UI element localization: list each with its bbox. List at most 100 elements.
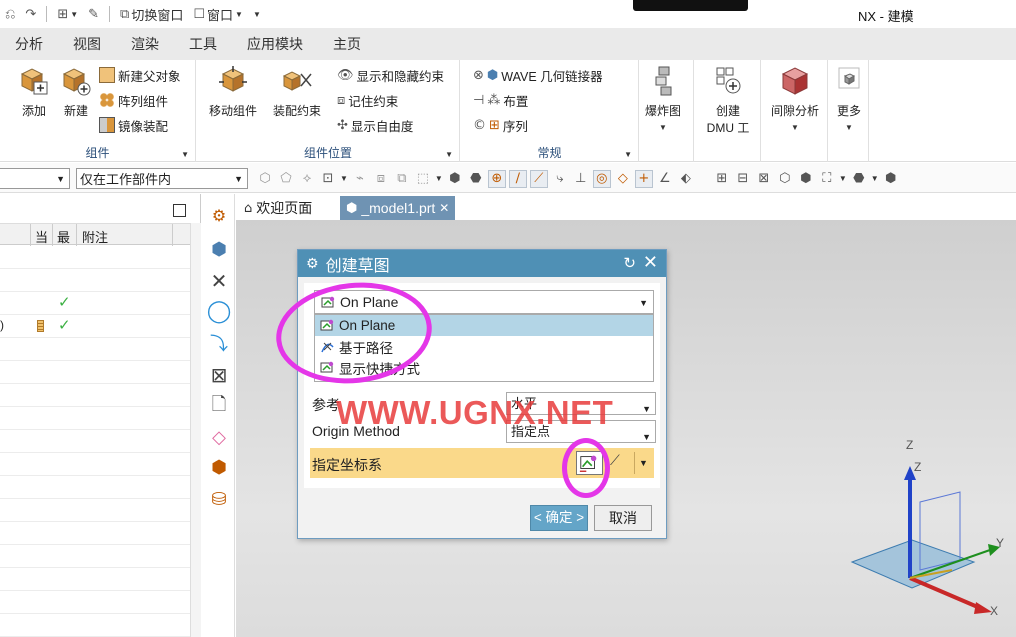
reset-icon[interactable]: ↻ xyxy=(623,254,636,272)
select-feature-icon[interactable]: ⬡ xyxy=(256,170,274,188)
part-navigator-icon[interactable]: ⚙ xyxy=(208,204,230,226)
select-edge-icon[interactable]: ⟡ xyxy=(298,170,316,188)
maximize-panel-button[interactable] xyxy=(173,204,186,217)
tab-view[interactable]: 视图 xyxy=(58,28,116,60)
dialog-title-bar[interactable]: ⚙ 创建草图 xyxy=(298,250,666,277)
table-row[interactable] xyxy=(0,522,190,545)
column-header-notes[interactable]: 附注 xyxy=(82,227,108,246)
touch-mode-icon[interactable]: ✎ xyxy=(85,4,102,24)
tab-model-part[interactable]: ⬢ _model1.prt ✕ xyxy=(340,196,456,220)
tab-analysis[interactable]: 分析 xyxy=(0,28,58,60)
table-row[interactable] xyxy=(0,269,190,292)
select-group-icon[interactable]: ⬚ xyxy=(414,170,432,188)
ok-button[interactable]: < 确定 > xyxy=(530,505,588,531)
add-component-button[interactable]: 添加 xyxy=(18,64,50,119)
table-row[interactable] xyxy=(0,499,190,522)
table-row[interactable] xyxy=(0,614,190,637)
table-row[interactable] xyxy=(0,246,190,269)
view-toolbar-icon-1[interactable]: ⊞ xyxy=(713,170,731,188)
table-row[interactable] xyxy=(0,407,190,430)
view-toolbar-icon-3[interactable]: ⊠ xyxy=(755,170,773,188)
new-component-button[interactable]: 新建 xyxy=(60,64,92,119)
table-row[interactable]: ✓ xyxy=(0,292,190,315)
clearance-analysis-button[interactable]: 间隙分析 ▼ xyxy=(767,64,823,132)
column-header-current[interactable]: 当 xyxy=(35,227,48,246)
general-group-menu[interactable]: ▼ xyxy=(624,150,632,159)
close-icon[interactable]: ✕ xyxy=(439,201,449,215)
undo-icon[interactable]: ⎌ xyxy=(2,4,18,24)
qat-customize-button[interactable]: ▼ xyxy=(250,4,264,24)
table-row[interactable]: ) ✓ xyxy=(0,315,190,338)
select-component-icon[interactable]: ⧈ xyxy=(372,170,390,188)
more-button[interactable]: 更多 ▼ xyxy=(833,64,865,132)
clearance-analysis-dropdown[interactable]: ▼ xyxy=(791,123,799,132)
table-row[interactable] xyxy=(0,384,190,407)
sketch-type-select[interactable]: On Plane ▼ xyxy=(314,290,654,314)
constraint-navigator-icon[interactable]: ✕ xyxy=(208,269,230,293)
move-component-button[interactable]: 移动组件 xyxy=(209,64,257,119)
components-group-menu[interactable]: ▼ xyxy=(181,150,189,159)
tab-application[interactable]: 应用模块 xyxy=(232,28,318,60)
tab-welcome-page[interactable]: ⌂ 欢迎页面 xyxy=(238,196,318,220)
table-row[interactable] xyxy=(0,476,190,499)
point-on-curve-icon[interactable]: ∠ xyxy=(656,170,674,188)
mirror-assembly-button[interactable]: 镜像装配 xyxy=(99,115,168,135)
tab-render[interactable]: 渲染 xyxy=(116,28,174,60)
table-row[interactable] xyxy=(0,591,190,614)
redo-icon[interactable]: ↷ xyxy=(22,4,39,24)
exploded-view-button[interactable]: 爆炸图 ▼ xyxy=(645,64,681,132)
system-materials-icon[interactable]: ⬢ xyxy=(208,456,230,478)
hd3d-tools-icon[interactable]: ⊠ xyxy=(208,363,230,387)
snap-point-icon[interactable]: ⊕ xyxy=(487,169,506,188)
select-curve-icon[interactable]: ⌁ xyxy=(351,170,369,188)
control-point-icon[interactable]: ⤷ xyxy=(551,170,569,188)
table-row[interactable] xyxy=(0,545,190,568)
inferred-csys-icon[interactable]: ⟋ xyxy=(610,453,620,469)
existing-point-icon[interactable]: + xyxy=(634,169,653,188)
reuse-library-icon[interactable]: ⤵ xyxy=(208,332,230,355)
switch-window-button[interactable]: ⧉ 切换窗口 xyxy=(117,4,186,24)
point-on-face-icon[interactable]: ⬖ xyxy=(677,170,695,188)
palette-icon[interactable]: ◇ xyxy=(208,426,230,448)
gear-icon[interactable]: ⚙ xyxy=(306,256,319,272)
reference-select[interactable]: 水平 ▼ xyxy=(506,392,656,415)
navigator-scrollbar[interactable] xyxy=(190,223,201,637)
selection-scope-select[interactable]: 仅在工作部件内 ▼ xyxy=(76,168,248,189)
select-assembly-icon[interactable]: ⧉ xyxy=(393,170,411,188)
table-row[interactable] xyxy=(0,453,190,476)
close-icon[interactable]: ✕ xyxy=(643,252,658,273)
view-toolbar-icon-2[interactable]: ⊟ xyxy=(734,170,752,188)
view-toolbar-icon-5[interactable]: ⬢ xyxy=(797,170,815,188)
table-row[interactable] xyxy=(0,338,190,361)
show-hide-constraints-button[interactable]: 👁 显示和隐藏约束 xyxy=(337,65,444,85)
origin-method-select[interactable]: 指定点 ▼ xyxy=(506,420,656,443)
remember-constraints-button[interactable]: ⧈ 记住约束 xyxy=(337,90,398,110)
command-finder-button[interactable]: ⊞ ▼ xyxy=(54,4,81,24)
table-row[interactable] xyxy=(0,361,190,384)
wave-linker-button[interactable]: ⊗ ⬢ WAVE 几何链接器 xyxy=(473,65,603,85)
tab-tools[interactable]: 工具 xyxy=(174,28,232,60)
tab-home[interactable]: 主页 xyxy=(318,28,376,60)
history-icon[interactable]: ◯ xyxy=(207,299,232,324)
option-on-plane[interactable]: On Plane xyxy=(315,315,653,336)
new-parent-button[interactable]: 新建父对象 xyxy=(99,65,181,85)
arrangement-button[interactable]: ⊣ ⁂ 布置 xyxy=(473,90,528,110)
array-component-button[interactable]: 阵列组件 xyxy=(99,90,168,110)
csys-dialog-button[interactable] xyxy=(576,451,603,475)
assembly-constraint-button[interactable]: 装配约束 xyxy=(273,64,321,119)
component-position-group-menu[interactable]: ▼ xyxy=(445,150,453,159)
assembly-navigator-icon[interactable]: ⬢ xyxy=(208,238,230,260)
web-browser-icon[interactable]: 🗋 xyxy=(208,394,230,418)
sequence-button[interactable]: © ⊞ 序列 xyxy=(473,115,528,135)
create-dmu-button[interactable]: 创建 DMU 工 xyxy=(700,64,756,136)
option-on-path[interactable]: 基于路径 xyxy=(315,336,653,357)
table-row[interactable] xyxy=(0,568,190,591)
table-row[interactable] xyxy=(0,430,190,453)
intersection-point-icon[interactable]: ⊥ xyxy=(572,170,590,188)
arc-center-icon[interactable]: ◎ xyxy=(592,169,611,188)
type-filter-select[interactable]: ▼ xyxy=(0,168,70,189)
show-dof-button[interactable]: ✣ 显示自由度 xyxy=(337,115,413,135)
more-dropdown[interactable]: ▼ xyxy=(845,123,853,132)
window-menu-button[interactable]: ☐ 窗口 ▼ xyxy=(190,4,246,24)
view-toolbar-icon-4[interactable]: ⬡ xyxy=(776,170,794,188)
